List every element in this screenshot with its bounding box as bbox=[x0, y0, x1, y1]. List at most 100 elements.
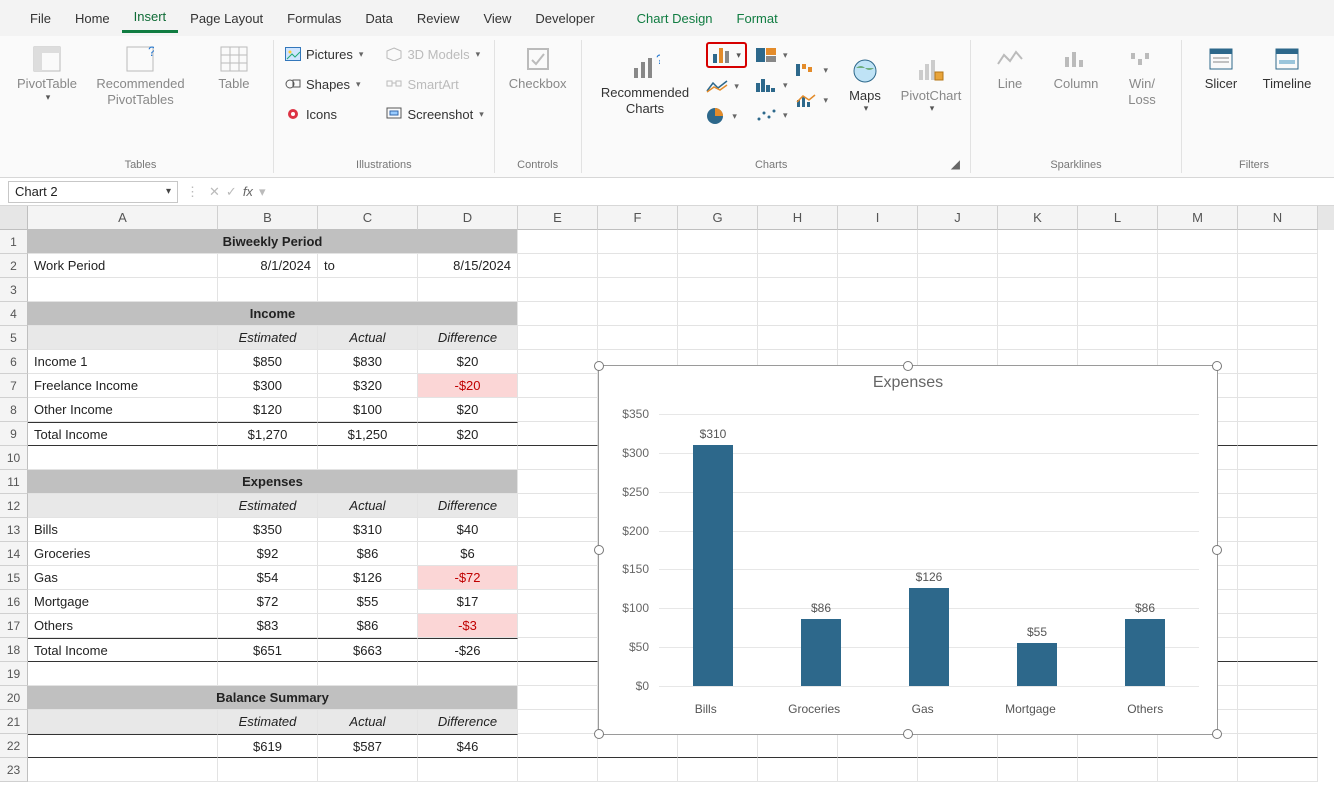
cell[interactable] bbox=[1158, 254, 1238, 278]
sheet-title[interactable]: Biweekly Period bbox=[28, 230, 518, 254]
resize-handle[interactable] bbox=[903, 729, 913, 739]
row-header-14[interactable]: 14 bbox=[0, 542, 28, 566]
cell[interactable] bbox=[918, 230, 998, 254]
cell[interactable] bbox=[598, 734, 678, 758]
cell[interactable] bbox=[598, 302, 678, 326]
cell[interactable] bbox=[28, 326, 218, 350]
cell[interactable] bbox=[998, 734, 1078, 758]
row-header-7[interactable]: 7 bbox=[0, 374, 28, 398]
cell[interactable] bbox=[1238, 638, 1318, 662]
tab-format[interactable]: Format bbox=[725, 5, 790, 32]
tab-home[interactable]: Home bbox=[63, 5, 122, 32]
cell[interactable] bbox=[838, 230, 918, 254]
cell[interactable]: $20 bbox=[418, 422, 518, 446]
cell[interactable] bbox=[518, 470, 598, 494]
shapes-button[interactable]: Shapes▾ bbox=[284, 72, 364, 96]
cell[interactable] bbox=[518, 350, 598, 374]
enter-formula-icon[interactable]: ✓ bbox=[226, 184, 237, 200]
name-box[interactable]: Chart 2 ▾ bbox=[8, 181, 178, 203]
cell[interactable]: Estimated bbox=[218, 326, 318, 350]
row-header-19[interactable]: 19 bbox=[0, 662, 28, 686]
cell[interactable] bbox=[598, 254, 678, 278]
cell[interactable] bbox=[1238, 422, 1318, 446]
sparkline-line-button[interactable]: Line bbox=[981, 42, 1039, 94]
col-header-G[interactable]: G bbox=[678, 206, 758, 230]
cancel-formula-icon[interactable]: ✕ bbox=[209, 184, 220, 200]
chart-bar[interactable] bbox=[693, 445, 733, 686]
cell[interactable] bbox=[1238, 662, 1318, 686]
cell[interactable]: $72 bbox=[218, 590, 318, 614]
cell[interactable] bbox=[998, 302, 1078, 326]
cell[interactable]: $55 bbox=[318, 590, 418, 614]
cell[interactable] bbox=[1238, 302, 1318, 326]
row-header-8[interactable]: 8 bbox=[0, 398, 28, 422]
cell[interactable]: -$3 bbox=[418, 614, 518, 638]
chart-bar[interactable] bbox=[1017, 643, 1057, 686]
cell[interactable]: -$26 bbox=[418, 638, 518, 662]
chart-bar[interactable] bbox=[801, 619, 841, 686]
row-header-3[interactable]: 3 bbox=[0, 278, 28, 302]
cell[interactable]: -$20 bbox=[418, 374, 518, 398]
cell[interactable] bbox=[758, 326, 838, 350]
cell[interactable] bbox=[1078, 758, 1158, 782]
cell[interactable] bbox=[758, 734, 838, 758]
cell[interactable]: to bbox=[318, 254, 418, 278]
cell[interactable] bbox=[518, 662, 598, 686]
cell[interactable] bbox=[1238, 398, 1318, 422]
cell[interactable] bbox=[28, 662, 218, 686]
cell[interactable] bbox=[518, 278, 598, 302]
tab-insert[interactable]: Insert bbox=[122, 3, 179, 33]
cell[interactable] bbox=[518, 230, 598, 254]
cell[interactable] bbox=[1238, 542, 1318, 566]
cell[interactable]: Actual bbox=[318, 326, 418, 350]
cell[interactable] bbox=[838, 326, 918, 350]
insert-column-chart-button[interactable]: ▾ bbox=[706, 42, 747, 68]
tab-formulas[interactable]: Formulas bbox=[275, 5, 353, 32]
cell[interactable] bbox=[918, 758, 998, 782]
cell[interactable] bbox=[418, 662, 518, 686]
cell[interactable]: Work Period bbox=[28, 254, 218, 278]
sparkline-winloss-button[interactable]: Win/ Loss bbox=[1113, 42, 1171, 109]
col-header-C[interactable]: C bbox=[318, 206, 418, 230]
cell[interactable] bbox=[318, 278, 418, 302]
cell[interactable] bbox=[1238, 230, 1318, 254]
cell[interactable] bbox=[28, 446, 218, 470]
cell[interactable] bbox=[218, 446, 318, 470]
cell[interactable] bbox=[1158, 278, 1238, 302]
cell[interactable]: $92 bbox=[218, 542, 318, 566]
cell[interactable] bbox=[1238, 566, 1318, 590]
cell[interactable] bbox=[758, 254, 838, 278]
tab-data[interactable]: Data bbox=[353, 5, 404, 32]
cell[interactable] bbox=[1238, 470, 1318, 494]
cell[interactable] bbox=[918, 326, 998, 350]
cell[interactable]: Actual bbox=[318, 494, 418, 518]
cell[interactable] bbox=[28, 734, 218, 758]
resize-handle[interactable] bbox=[903, 361, 913, 371]
cell[interactable] bbox=[1078, 326, 1158, 350]
cell[interactable]: $20 bbox=[418, 350, 518, 374]
cell[interactable] bbox=[1158, 734, 1238, 758]
cell[interactable]: $54 bbox=[218, 566, 318, 590]
row-header-9[interactable]: 9 bbox=[0, 422, 28, 446]
income-header[interactable]: Income bbox=[28, 302, 518, 326]
cell[interactable]: $350 bbox=[218, 518, 318, 542]
cell[interactable]: $6 bbox=[418, 542, 518, 566]
row-header-20[interactable]: 20 bbox=[0, 686, 28, 710]
row-header-5[interactable]: 5 bbox=[0, 326, 28, 350]
chart-bar[interactable] bbox=[1125, 619, 1165, 686]
cell[interactable] bbox=[1238, 758, 1318, 782]
tab-file[interactable]: File bbox=[18, 5, 63, 32]
col-header-J[interactable]: J bbox=[918, 206, 998, 230]
resize-handle[interactable] bbox=[1212, 545, 1222, 555]
cell[interactable]: $120 bbox=[218, 398, 318, 422]
row-header-21[interactable]: 21 bbox=[0, 710, 28, 734]
cell[interactable] bbox=[998, 278, 1078, 302]
chart-bar[interactable] bbox=[909, 588, 949, 686]
screenshot-button[interactable]: Screenshot▾ bbox=[385, 102, 483, 126]
row-header-11[interactable]: 11 bbox=[0, 470, 28, 494]
cell[interactable]: $20 bbox=[418, 398, 518, 422]
recommended-charts-button[interactable]: ? Recommended Charts bbox=[592, 51, 699, 118]
cell[interactable] bbox=[28, 494, 218, 518]
cell[interactable]: $320 bbox=[318, 374, 418, 398]
cell[interactable]: Actual bbox=[318, 710, 418, 734]
